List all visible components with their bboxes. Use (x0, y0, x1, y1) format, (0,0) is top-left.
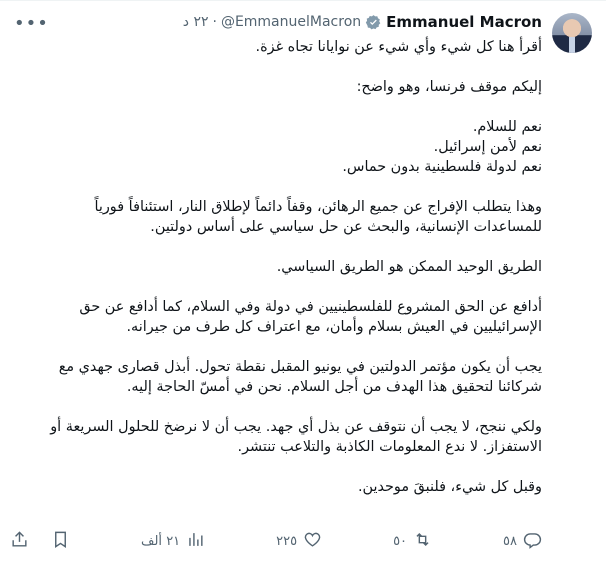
tweet-paragraph: إليكم موقف فرنسا، وهو واضح: (14, 77, 542, 97)
tweet-paragraph: أدافع عن الحق المشروع للفلسطينيين في دول… (14, 297, 542, 337)
tweet-line: الطريق الوحيد الممكن هو الطريق السياسي. (276, 259, 542, 275)
tweet-timestamp[interactable]: ٢٢ د (183, 14, 209, 30)
separator-dot: · (212, 14, 217, 30)
tweet-paragraph: نعم للسلام. نعم لأمن إسرائيل. نعم لدولة فل… (14, 117, 542, 177)
tweet-line: وقبل كل شيء، فلنبقَ موحدين. (357, 479, 542, 495)
tweet-line: نعم لأمن إسرائيل. (433, 139, 542, 155)
analytics-icon (186, 530, 205, 553)
tweet-body: أقرأ هنا كل شيء وأي شيء عن نوايانا تجاه … (14, 37, 542, 497)
tweet-paragraph: يجب أن يكون مؤتمر الدولتين في يونيو المق… (14, 357, 542, 397)
tweet-line: الاستفزاز. لا ندع المعلومات الكاذبة والت… (237, 439, 543, 455)
author-handle[interactable]: @EmmanuelMacron (221, 14, 361, 30)
tweet-line: أقرأ هنا كل شيء وأي شيء عن نوايانا تجاه … (255, 39, 542, 55)
tweet-line: الإسرائيليين في العيش بسلام وأمان، مع اع… (126, 319, 542, 335)
action-bar: ٥٨ ٥٠ ٢٢٥ ٢١ ألف (10, 530, 542, 553)
author-name[interactable]: Emmanuel Macron (386, 13, 542, 31)
avatar[interactable] (552, 13, 592, 53)
tweet-paragraph: ولكي ننجح، لا يجب أن نتوقف عن بذل أي جهد… (14, 417, 542, 457)
bookmark-icon[interactable] (51, 530, 70, 553)
like-button[interactable]: ٢٢٥ (276, 530, 322, 553)
repost-count: ٥٠ (393, 534, 408, 549)
tweet-line: ولكي ننجح، لا يجب أن نتوقف عن بذل أي جهد… (50, 419, 542, 435)
views-count: ٢١ ألف (141, 534, 181, 549)
tweet-line: وهذا يتطلب الإفراج عن جميع الرهائن، وقفا… (94, 199, 542, 215)
secondary-actions (10, 530, 70, 553)
tweet-paragraph: أقرأ هنا كل شيء وأي شيء عن نوايانا تجاه … (14, 37, 542, 57)
like-count: ٢٢٥ (276, 534, 298, 549)
tweet-header: Emmanuel Macron @EmmanuelMacron · ٢٢ د (14, 11, 542, 33)
tweet-line: نعم لدولة فلسطينية بدون حماس. (342, 159, 542, 175)
repost-button[interactable]: ٥٠ (393, 530, 432, 553)
tweet: Emmanuel Macron @EmmanuelMacron · ٢٢ د •… (0, 0, 606, 571)
tweet-line: شركائنا لتحقيق هذا الهدف من أجل السلام. … (126, 379, 542, 395)
tweet-content: Emmanuel Macron @EmmanuelMacron · ٢٢ د •… (14, 11, 542, 517)
reply-icon (523, 530, 542, 553)
heart-icon (303, 530, 322, 553)
views-button[interactable]: ٢١ ألف (141, 530, 205, 553)
verified-badge-icon (365, 14, 382, 31)
tweet-line: للمساعدات الإنسانية، والبحث عن حل سياسي … (150, 219, 542, 235)
tweet-paragraph: وقبل كل شيء، فلنبقَ موحدين. (14, 477, 542, 497)
tweet-paragraph: الطريق الوحيد الممكن هو الطريق السياسي. (14, 257, 542, 277)
reply-button[interactable]: ٥٨ (503, 530, 542, 553)
tweet-paragraph: وهذا يتطلب الإفراج عن جميع الرهائن، وقفا… (14, 197, 542, 237)
share-icon[interactable] (10, 530, 29, 553)
more-options-icon[interactable]: ••• (14, 13, 49, 34)
tweet-line: نعم للسلام. (472, 119, 542, 135)
tweet-line: أدافع عن الحق المشروع للفلسطينيين في دول… (79, 299, 542, 315)
reply-count: ٥٨ (503, 534, 517, 549)
tweet-line: إليكم موقف فرنسا، وهو واضح: (356, 79, 542, 95)
tweet-line: يجب أن يكون مؤتمر الدولتين في يونيو المق… (58, 359, 542, 375)
repost-icon (413, 530, 432, 553)
